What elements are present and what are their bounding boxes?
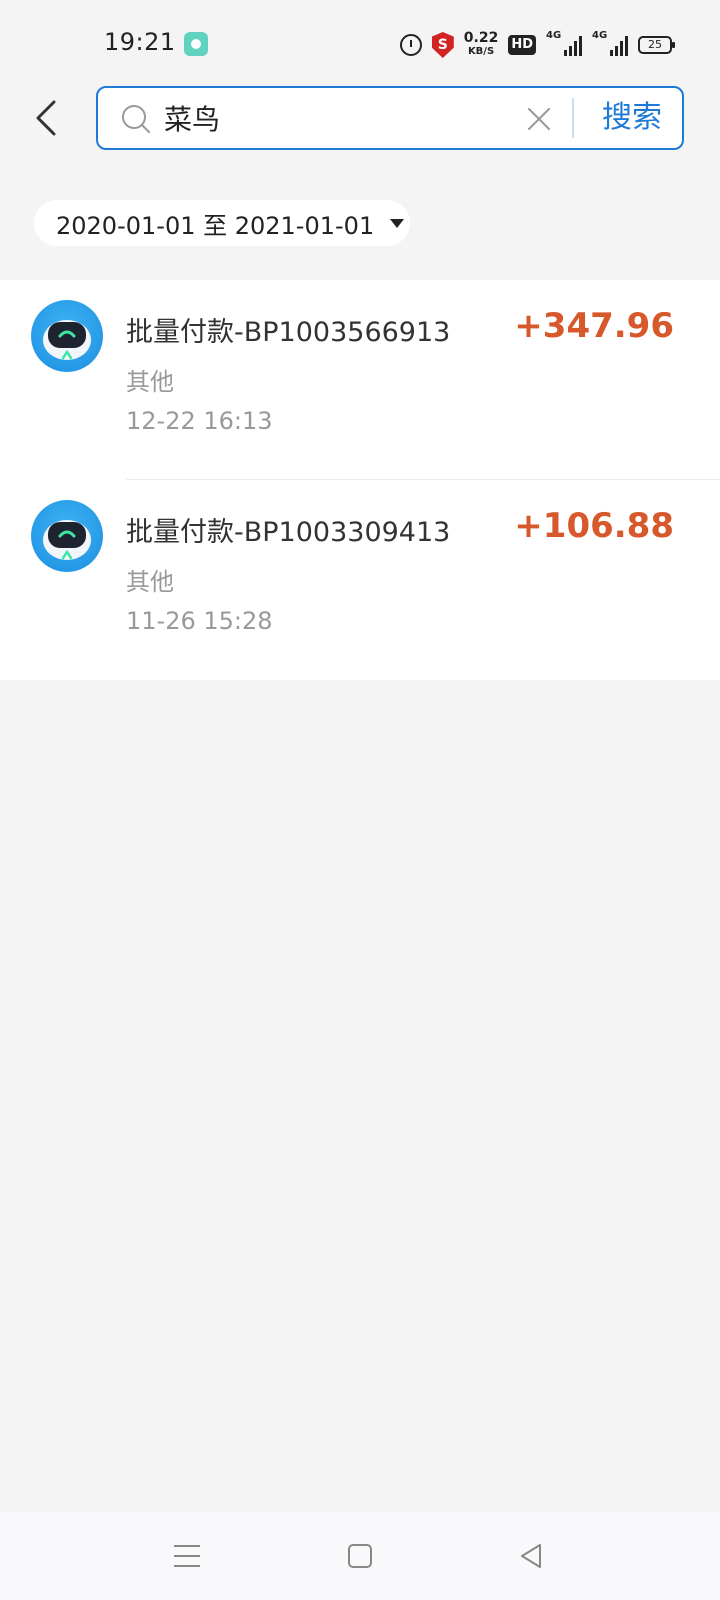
avatar — [31, 300, 103, 372]
status-time: 19:21 — [104, 28, 176, 56]
security-shield-icon: S — [431, 32, 454, 58]
transaction-list: 批量付款-BP1003566913 其他 12-22 16:13 +347.96… — [0, 280, 720, 680]
transaction-time: 11-26 15:28 — [126, 607, 273, 635]
search-input[interactable] — [164, 98, 504, 138]
transaction-time: 12-22 16:13 — [126, 407, 273, 435]
transaction-title: 批量付款-BP1003566913 — [126, 317, 451, 348]
transaction-amount: +347.96 — [514, 306, 674, 346]
search-button[interactable]: 搜索 — [592, 96, 672, 140]
menu-icon[interactable] — [170, 1540, 204, 1572]
transaction-category: 其他 — [126, 368, 174, 396]
date-range-label: 2020-01-01 至 2021-01-01 — [56, 211, 375, 240]
status-icons: S 0.22 KB/S HD 4G 4G 25 — [399, 30, 675, 60]
avatar — [31, 500, 103, 572]
signal-label-2: 4G — [592, 30, 608, 41]
transaction-title: 批量付款-BP1003309413 — [126, 517, 451, 548]
signal-icon-2: 4G — [592, 30, 628, 56]
search-box: 搜索 — [96, 86, 684, 150]
search-icon — [122, 105, 150, 133]
transaction-row[interactable]: 批量付款-BP1003309413 其他 11-26 15:28 +106.88 — [0, 480, 720, 680]
home-icon[interactable] — [343, 1540, 377, 1572]
alarm-icon — [399, 34, 422, 56]
robot-mascot-icon — [43, 520, 91, 560]
net-speed: 0.22 KB/S — [463, 30, 499, 58]
net-speed-unit: KB/S — [467, 46, 495, 57]
transaction-row[interactable]: 批量付款-BP1003566913 其他 12-22 16:13 +347.96 — [0, 280, 720, 480]
signal-label: 4G — [546, 30, 562, 41]
back-button[interactable] — [28, 96, 68, 140]
search-header: 搜索 — [0, 86, 720, 152]
chevron-left-icon — [36, 100, 56, 136]
date-range-filter[interactable]: 2020-01-01 至 2021-01-01 — [34, 200, 410, 246]
transaction-category: 其他 — [126, 568, 174, 596]
close-icon[interactable] — [526, 106, 552, 132]
app-notification-icon — [184, 32, 208, 56]
battery-icon: 25 — [638, 36, 675, 54]
back-triangle-icon[interactable] — [514, 1540, 548, 1572]
system-nav-bar — [0, 1512, 720, 1600]
net-speed-value: 0.22 — [463, 30, 499, 46]
transaction-amount: +106.88 — [514, 506, 674, 546]
caret-down-icon — [390, 218, 405, 228]
search-divider — [572, 98, 574, 138]
status-bar: 19:21 S 0.22 KB/S HD 4G 4G 25 — [0, 0, 720, 88]
signal-icon: 4G — [546, 30, 582, 56]
robot-mascot-icon — [43, 320, 91, 360]
hd-voice-icon: HD — [508, 35, 536, 55]
